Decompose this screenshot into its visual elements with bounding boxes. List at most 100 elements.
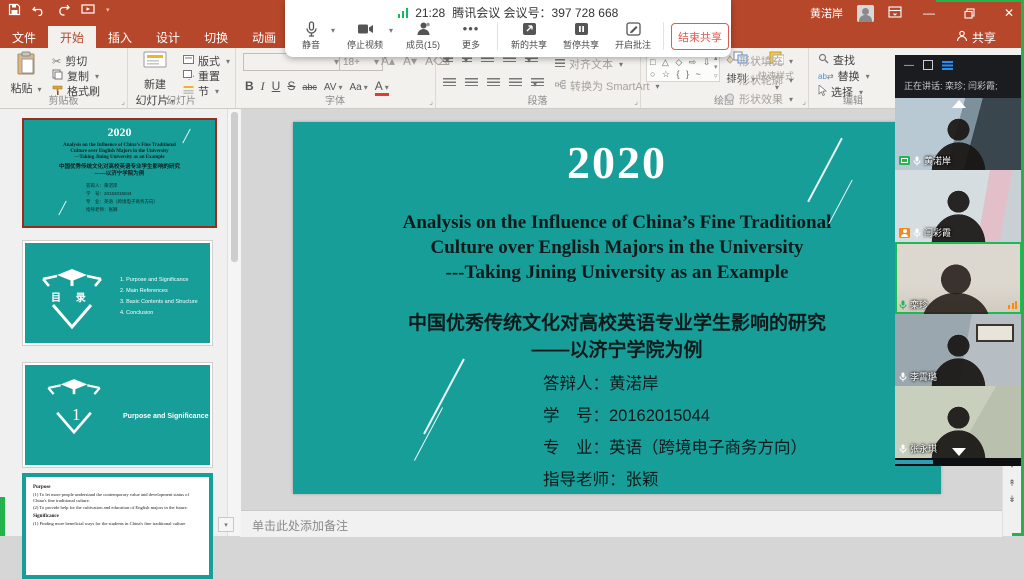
layout-icon: [183, 55, 194, 67]
justify-icon[interactable]: [509, 78, 522, 88]
thumbnail-scrollbar[interactable]: [227, 108, 241, 536]
ribbon-group-paragraph: 对齐文本 转换为 SmartArt 段落 ⌟: [435, 48, 641, 108]
shapes-scroll[interactable]: ▴▾▿: [714, 54, 718, 81]
text-shadow-button[interactable]: abc: [302, 82, 317, 92]
save-icon[interactable]: [8, 3, 21, 16]
quick-access-toolbar: ▾: [8, 3, 110, 16]
shapes-row-1: □ △ ◇ ⇨ ⇩: [650, 56, 716, 68]
font-dialog-launcher[interactable]: ⌟: [429, 97, 433, 106]
columns-icon[interactable]: [531, 78, 544, 88]
ribbon-group-clipboard: 粘贴 ✂ 剪切 复制 格式刷 剪贴板 ⌟: [0, 48, 128, 108]
previous-slide-button[interactable]: ↟: [1004, 476, 1020, 490]
ribbon-display-options-icon[interactable]: [888, 6, 902, 21]
paragraph-dialog-launcher[interactable]: ⌟: [634, 97, 638, 106]
next-slide-button[interactable]: ↡: [1004, 492, 1020, 506]
align-right-icon[interactable]: [487, 78, 500, 88]
avatar[interactable]: [857, 5, 874, 22]
stop-video-button[interactable]: 停止视频: [343, 20, 387, 51]
minimize-button[interactable]: —: [916, 2, 942, 24]
tab-animations[interactable]: 动画: [240, 26, 288, 48]
new-share-button[interactable]: 新的共享: [505, 20, 553, 51]
participant-name: 黄渃岸: [924, 154, 951, 167]
restore-button[interactable]: [956, 2, 982, 24]
scroll-down-arrow[interactable]: [952, 448, 966, 456]
thumb2-item-4: 4. Conclusion: [120, 308, 198, 319]
find-button[interactable]: 查找: [818, 52, 855, 68]
slide-info-major: 专 业：英语（跨境电子商务方向）: [543, 432, 807, 464]
slide-decor-slash-3: [423, 359, 465, 435]
more-button[interactable]: ••• 更多: [453, 20, 489, 51]
current-slide[interactable]: 2020 Analysis on the Influence of China’…: [293, 122, 941, 494]
notes-area[interactable]: 单击此处添加备注: [240, 510, 1002, 537]
shapes-gallery[interactable]: □ △ ◇ ⇨ ⇩ ○ ☆ { } ~: [646, 54, 720, 82]
strikethrough-button[interactable]: S: [287, 79, 295, 93]
thumb1-cn2: ——以济宁学院为例: [24, 171, 215, 178]
wall-frame-decor: [976, 324, 1014, 342]
tab-file[interactable]: 文件: [0, 26, 48, 48]
scroll-up-arrow[interactable]: [952, 100, 966, 108]
align-text-label: 对齐文本: [569, 56, 613, 72]
slide-thumbnail-2[interactable]: 目 录 1. Purpose and Significance 2. Main …: [22, 240, 213, 346]
slideshow-icon[interactable]: [81, 4, 95, 16]
bold-button[interactable]: B: [245, 79, 254, 93]
slide-thumbnail-4[interactable]: Purpose (1) To let more people understan…: [22, 473, 213, 579]
participant-nameplate: 栾珍: [899, 298, 928, 311]
shape-effects-button[interactable]: 形状效果: [725, 91, 810, 107]
panel-maximize-icon[interactable]: [923, 60, 933, 70]
mute-button[interactable]: 静音: [293, 20, 329, 51]
notes-collapse-button[interactable]: ▾: [218, 517, 234, 532]
panel-scroll-thumb[interactable]: [895, 460, 933, 464]
reset-button[interactable]: 重置: [183, 68, 220, 84]
pause-share-button[interactable]: 暂停共享: [557, 20, 605, 51]
panel-minimize-icon[interactable]: —: [904, 60, 914, 71]
participant-video-3[interactable]: 栾珍: [895, 242, 1022, 314]
tab-design[interactable]: 设计: [144, 26, 192, 48]
mic-active-icon: [899, 300, 907, 310]
participant-video-4[interactable]: 李霄璐: [895, 314, 1022, 386]
align-text-button[interactable]: 对齐文本: [555, 56, 623, 72]
account-name[interactable]: 黄渃岸: [810, 5, 843, 21]
share-button[interactable]: 共享: [956, 26, 996, 48]
align-center-icon[interactable]: [465, 78, 478, 88]
annotate-button[interactable]: 开启批注: [609, 20, 657, 51]
copy-button[interactable]: 复制: [52, 68, 99, 84]
slide-decor-slash-4: [414, 407, 443, 460]
thumb2-item-2: 2. Main References: [120, 286, 198, 297]
tab-insert[interactable]: 插入: [96, 26, 144, 48]
align-left-icon[interactable]: [443, 78, 456, 88]
participant-nameplate: 黄渃岸: [899, 154, 951, 167]
mic-icon: [899, 444, 907, 454]
share-border-left: [0, 497, 5, 536]
tab-transitions[interactable]: 切换: [192, 26, 240, 48]
clipboard-dialog-launcher[interactable]: ⌟: [121, 97, 125, 106]
underline-button[interactable]: U: [272, 79, 281, 93]
qat-customize-icon[interactable]: ▾: [106, 6, 110, 14]
members-button[interactable]: 成员(15): [397, 20, 449, 51]
cut-button[interactable]: ✂ 剪切: [52, 53, 87, 69]
undo-icon[interactable]: [32, 4, 46, 16]
replace-button[interactable]: ab⇄ 替换: [818, 68, 870, 84]
thumb3-title: Purpose and Significance: [123, 413, 209, 420]
end-share-button[interactable]: 结束共享: [671, 23, 729, 50]
thumb1-cn1: 中国优秀传统文化对高校英语专业学生影响的研究: [24, 164, 215, 171]
tab-home[interactable]: 开始: [48, 26, 96, 48]
participant-video-2[interactable]: 闫彩霞: [895, 170, 1022, 242]
replace-label: 替换: [838, 68, 860, 84]
panel-layout-icon[interactable]: [942, 61, 953, 70]
video-options-caret[interactable]: ▾: [389, 26, 393, 35]
participant-video-5[interactable]: 张永琪: [895, 386, 1022, 458]
meeting-video-panel: — 正在讲话: 栾珍; 闫彩霞; 黄渃岸 闫彩霞: [895, 55, 1022, 466]
close-button[interactable]: ✕: [996, 2, 1022, 24]
paste-button[interactable]: 粘贴: [4, 51, 48, 96]
shape-fill-button[interactable]: 形状填充: [725, 53, 810, 69]
participant-video-1[interactable]: 黄渃岸: [895, 98, 1022, 170]
mute-options-caret[interactable]: ▾: [331, 26, 335, 35]
layout-button[interactable]: 版式: [183, 53, 230, 69]
panel-scroll-track[interactable]: [895, 458, 1022, 466]
slide-thumbnail-3[interactable]: 1 Purpose and Significance: [22, 362, 213, 468]
host-badge-icon: [899, 228, 910, 238]
redo-icon[interactable]: [57, 4, 70, 16]
slide-thumbnail-1[interactable]: 2020 Analysis on the Influence of China’…: [22, 118, 217, 228]
notes-placeholder: 单击此处添加备注: [252, 517, 348, 534]
shape-outline-button[interactable]: 形状轮廓: [725, 72, 810, 88]
